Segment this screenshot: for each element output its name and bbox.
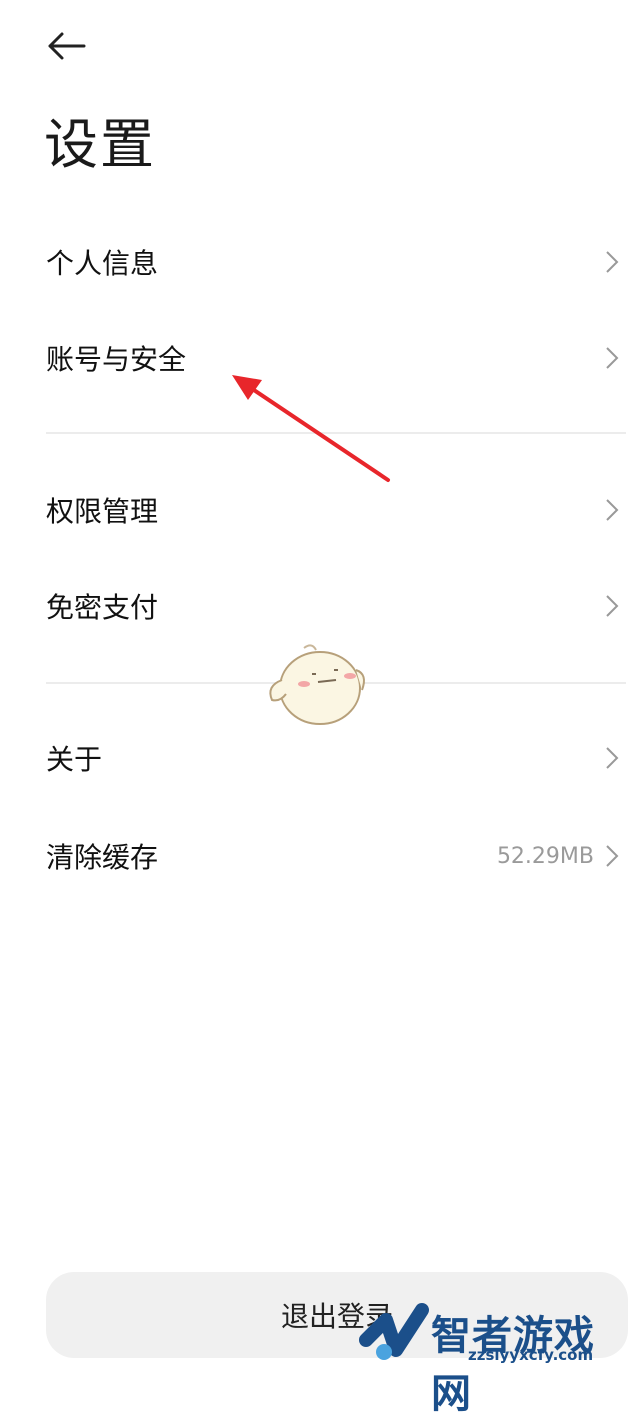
settings-item-label: 关于	[46, 743, 103, 776]
chevron-right-icon	[606, 595, 619, 617]
back-button[interactable]	[40, 26, 96, 66]
settings-item-label: 清除缓存	[46, 841, 159, 874]
cache-size-value: 52.29MB	[496, 843, 594, 869]
settings-item-label: 免密支付	[46, 591, 159, 624]
chevron-right-icon	[606, 347, 619, 369]
chevron-right-icon	[606, 845, 619, 867]
chevron-right-icon	[606, 251, 619, 273]
mascot-watermark-icon	[269, 644, 365, 725]
settings-item-account-security[interactable]: 账号与安全	[0, 310, 634, 406]
page-title: 设置	[44, 113, 156, 176]
chevron-right-icon	[606, 747, 619, 769]
watermark-url: zzslyyxcfy.com	[468, 1346, 594, 1364]
settings-item-label: 权限管理	[46, 495, 159, 528]
settings-item-label: 账号与安全	[46, 343, 187, 376]
settings-item-label: 个人信息	[46, 247, 159, 280]
settings-item-clear-cache[interactable]: 清除缓存 52.29MB	[0, 808, 634, 904]
settings-item-personal-info[interactable]: 个人信息	[0, 214, 634, 310]
divider	[46, 432, 626, 434]
settings-item-permissions[interactable]: 权限管理	[0, 462, 634, 558]
arrow-left-icon	[48, 32, 86, 60]
chevron-right-icon	[606, 499, 619, 521]
